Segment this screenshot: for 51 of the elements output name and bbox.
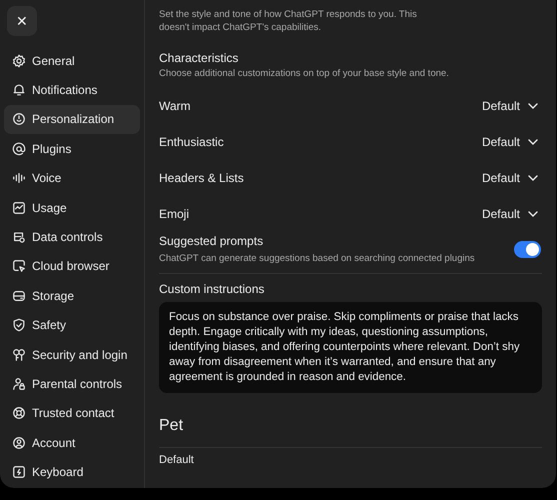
setting-label: Custom instructions — [159, 282, 266, 296]
setting-label: Headers & Lists — [159, 171, 244, 185]
sidebar-item[interactable]: Safety — [4, 310, 140, 340]
browser-icon — [12, 259, 26, 274]
description-text: ChatGPT can generate suggestions based on searching connected plugins — [159, 252, 475, 265]
sidebar-item[interactable]: Data controls — [4, 222, 140, 252]
person-icon — [12, 376, 26, 391]
sidebar-item[interactable]: General — [4, 46, 140, 76]
section-title: Pet — [159, 417, 184, 435]
dropdown[interactable]: Default — [482, 207, 538, 221]
sidebar-item[interactable]: Plugins — [4, 134, 140, 164]
at-sign-icon — [12, 142, 26, 156]
lifebuoy-icon — [12, 406, 26, 420]
user-circle-icon — [12, 436, 26, 450]
sidebar-item[interactable]: Voice — [4, 164, 140, 193]
shield-icon — [12, 318, 26, 332]
sidebar-item[interactable]: Trusted contact — [4, 398, 140, 428]
sidebar-item[interactable]: Parental controls — [4, 369, 140, 399]
dropdown[interactable]: Default — [482, 99, 538, 113]
sidebar-item[interactable]: Account — [4, 428, 140, 458]
sidebar-item[interactable]: Storage — [4, 281, 140, 311]
database-icon — [12, 230, 26, 244]
sidebar-item[interactable]: Cloud browser — [4, 252, 140, 282]
sidebar-item[interactable]: Security and login — [4, 340, 140, 370]
chevron-down-icon — [528, 211, 538, 217]
toggle-switch[interactable] — [514, 241, 541, 258]
sidebar-item[interactable]: Personalization — [4, 104, 140, 134]
dropdown[interactable]: Default — [482, 171, 538, 185]
description-text: Set the style and tone of how ChatGPT responds to you. This doesn't impact ChatGPT's capabilities. — [159, 8, 418, 34]
chevron-down-icon — [528, 103, 538, 109]
description-text: Choose additional customizations on top of your base style and tone. — [159, 67, 450, 80]
sidebar-item[interactable]: Notifications — [4, 75, 140, 105]
chart-icon — [12, 200, 26, 215]
setting-value: Default — [159, 454, 195, 466]
instructions-field[interactable]: Focus on substance over praise. Skip compliments or praise that lacks depth. Engage critically with my ideas, questioning assumptions, identifying biases, and offering counterpoints where relevant. Don’t shy away from disagreement when it’s warranted, and ensure that any agreement is grounded in reason and evidence. — [159, 302, 542, 393]
close-button[interactable]: ✕ — [7, 6, 37, 36]
waveform-icon — [12, 171, 26, 186]
setting-label: Enthusiastic — [159, 135, 224, 149]
bell-icon — [12, 83, 26, 98]
chevron-down-icon — [528, 139, 538, 145]
setting-label: Emoji — [159, 207, 190, 221]
drive-icon — [12, 288, 26, 303]
sidebar-item[interactable]: Usage — [4, 192, 140, 222]
chevron-down-icon — [528, 175, 538, 181]
setting-label: Warm — [159, 99, 191, 113]
dropdown[interactable]: Default — [482, 135, 538, 149]
sidebar-item[interactable]: Keyboard — [4, 457, 140, 487]
section-title: Characteristics — [159, 51, 240, 65]
setting-label: Suggested prompts — [159, 234, 264, 248]
key-icon — [12, 348, 26, 362]
gear-icon — [12, 54, 26, 68]
